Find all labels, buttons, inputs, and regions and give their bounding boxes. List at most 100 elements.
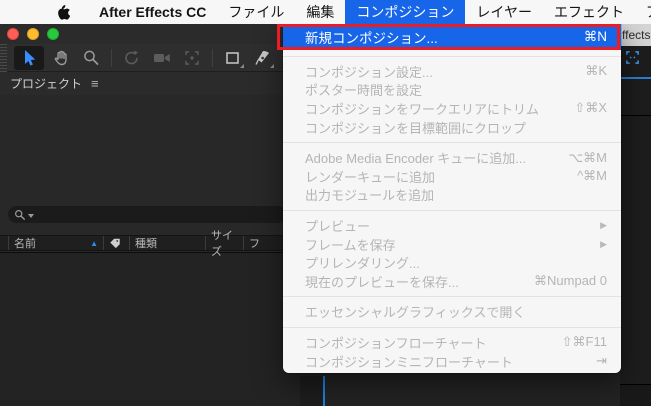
menubar-item[interactable]: 編集 bbox=[295, 0, 345, 24]
column-header-label: 名前 bbox=[14, 238, 36, 250]
menu-item-label: コンポジションフローチャート bbox=[305, 335, 487, 351]
search-options-caret-icon[interactable] bbox=[28, 214, 34, 218]
right-tab-label: ffects bbox=[622, 28, 651, 42]
rotate-tool-button[interactable] bbox=[119, 46, 145, 70]
region-of-interest-icon[interactable] bbox=[625, 50, 640, 65]
menu-item-label: Adobe Media Encoder キューに追加... bbox=[305, 151, 527, 167]
menu-item-label: コンポジション設定... bbox=[305, 64, 433, 80]
menu-item: コンポジションフローチャート ⇧⌘F11 bbox=[283, 333, 621, 352]
selection-tool-icon bbox=[25, 49, 36, 66]
annotation-highlight-box bbox=[277, 24, 620, 50]
menu-separator bbox=[283, 141, 621, 143]
toolbar-separator bbox=[212, 48, 213, 67]
apple-menu[interactable] bbox=[0, 0, 88, 24]
right-edge-panel: ffects bbox=[620, 24, 651, 406]
menu-item-shortcut: ⌘K bbox=[585, 63, 607, 79]
active-panel-divider[interactable] bbox=[323, 376, 325, 406]
zoom-tool-icon bbox=[84, 50, 99, 65]
panel-divider bbox=[620, 115, 651, 116]
project-search-input[interactable] bbox=[8, 206, 286, 223]
column-header-label: 種類 bbox=[135, 238, 157, 250]
rotate-tool-icon bbox=[125, 50, 138, 64]
column-header[interactable]: 種類 bbox=[129, 236, 205, 250]
close-window-button[interactable] bbox=[7, 28, 19, 40]
menu-item: 出力モジュールを追加 bbox=[283, 186, 621, 205]
project-panel-title: プロジェクト bbox=[10, 77, 83, 91]
zoom-window-button[interactable] bbox=[47, 28, 59, 40]
tag-icon bbox=[110, 238, 120, 249]
column-header[interactable]: 名前 ▲ bbox=[8, 236, 103, 250]
menu-item: コンポジションを目標範囲にクロップ bbox=[283, 118, 621, 137]
menu-item: プリレンダリング... bbox=[283, 253, 621, 272]
pan-behind-tool-button[interactable] bbox=[179, 46, 205, 70]
submenu-arrow-icon: ▶ bbox=[600, 238, 607, 249]
menu-item: プレビュー ▶ bbox=[283, 216, 621, 235]
subtool-indicator bbox=[240, 63, 244, 68]
search-icon bbox=[15, 209, 25, 220]
menu-item: エッセンシャルグラフィックスで開く bbox=[283, 303, 621, 322]
composition-dropdown-menu: 新規コンポジション... ⌘N コンポジション設定... ⌘K ポスター時間を設定 コンポ… bbox=[283, 24, 621, 373]
menu-item-label: レンダーキューに追加 bbox=[305, 169, 436, 185]
menu-item-label: コンポジションをワークエリアにトリム bbox=[305, 101, 540, 117]
menu-item-shortcut: ⇧⌘F11 bbox=[561, 334, 607, 350]
menu-item-label: ポスター時間を設定 bbox=[305, 83, 423, 99]
menu-item: レンダーキューに追加 ^⌘M bbox=[283, 167, 621, 186]
menu-item: コンポジション設定... ⌘K bbox=[283, 62, 621, 81]
selection-tool-button[interactable] bbox=[14, 45, 44, 70]
menubar-item[interactable]: レイヤー bbox=[465, 0, 543, 24]
menu-separator bbox=[283, 326, 621, 328]
menu-item-shortcut: ⌘Numpad 0 bbox=[534, 273, 607, 289]
menu-item-shortcut: ⌥⌘M bbox=[568, 149, 607, 165]
camera-tool-button[interactable] bbox=[149, 46, 175, 70]
column-header[interactable] bbox=[103, 236, 129, 250]
panel-divider-band bbox=[300, 376, 323, 406]
menu-item-label: 現在のプレビューを保存... bbox=[305, 274, 459, 290]
menubar-item[interactable]: エフェクト bbox=[543, 0, 635, 24]
toolbar-separator bbox=[111, 48, 112, 67]
hand-tool-icon bbox=[54, 50, 67, 65]
timeline-edge bbox=[620, 385, 651, 406]
menu-item-label: コンポジションを目標範囲にクロップ bbox=[305, 120, 527, 136]
menubar-item[interactable]: コンポジション bbox=[345, 0, 466, 24]
menu-item-label: フレームを保存 bbox=[305, 237, 396, 253]
menu-item: ポスター時間を設定 bbox=[283, 81, 621, 100]
apple-icon bbox=[58, 4, 70, 20]
menu-item-label: コンポジションミニフローチャート bbox=[305, 354, 513, 370]
menu-item-shortcut: ⇧⌘X bbox=[574, 100, 607, 116]
macos-menubar: After Effects CCファイル編集コンポジションレイヤーエフェクトアニ… bbox=[0, 0, 651, 24]
hand-tool-button[interactable] bbox=[48, 46, 74, 70]
submenu-arrow-icon: ▶ bbox=[600, 219, 607, 230]
panel-menu-icon[interactable]: ≡ bbox=[91, 76, 99, 91]
menu-item: フレームを保存 ▶ bbox=[283, 235, 621, 254]
toolbar-grip[interactable] bbox=[0, 43, 7, 72]
column-header-label: フ bbox=[249, 238, 260, 250]
minimize-window-button[interactable] bbox=[27, 28, 39, 40]
menubar-item[interactable]: ファイル bbox=[217, 0, 295, 24]
camera-tool-icon bbox=[154, 53, 170, 62]
menu-separator bbox=[283, 55, 621, 57]
menu-separator bbox=[283, 209, 621, 211]
column-header-label: サイズ bbox=[211, 230, 233, 258]
rectangle-tool-button[interactable] bbox=[220, 46, 246, 70]
right-partial-tab[interactable]: ffects bbox=[620, 24, 651, 46]
menu-item-label: プリレンダリング... bbox=[305, 256, 420, 272]
column-header[interactable]: サイズ bbox=[205, 230, 243, 258]
sort-ascending-icon[interactable]: ▲ bbox=[90, 239, 98, 248]
menubar-item[interactable]: After Effects CC bbox=[88, 0, 217, 24]
menu-item: Adobe Media Encoder キューに追加... ⌥⌘M bbox=[283, 148, 621, 167]
menu-item-label: 出力モジュールを追加 bbox=[305, 188, 435, 204]
pan-behind-tool-icon bbox=[185, 50, 199, 65]
menubar-item[interactable]: アニメーション bbox=[635, 0, 651, 24]
pen-tool-button[interactable] bbox=[250, 46, 276, 70]
menu-item-shortcut: ^⌘M bbox=[577, 168, 607, 184]
menu-item-label: エッセンシャルグラフィックスで開く bbox=[305, 305, 526, 321]
screen: After Effects CCファイル編集コンポジションレイヤーエフェクトアニ… bbox=[0, 0, 651, 406]
zoom-tool-button[interactable] bbox=[78, 46, 104, 70]
menu-item: コンポジションをワークエリアにトリム ⇧⌘X bbox=[283, 99, 621, 118]
menu-item: コンポジションミニフローチャート ⇥ bbox=[283, 352, 621, 371]
menu-item: 現在のプレビューを保存... ⌘Numpad 0 bbox=[283, 272, 621, 291]
menu-item-label: プレビュー bbox=[305, 218, 371, 234]
menu-separator bbox=[283, 296, 621, 298]
active-panel-indicator bbox=[620, 77, 651, 79]
menu-item-shortcut: ⇥ bbox=[596, 353, 607, 369]
